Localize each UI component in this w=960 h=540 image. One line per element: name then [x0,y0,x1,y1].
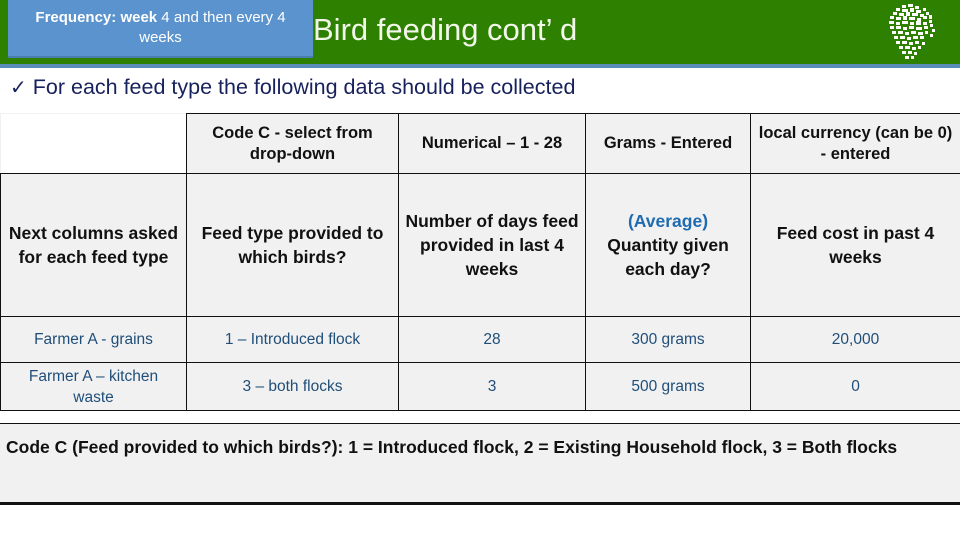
cell-next-columns-label: Next columns asked for each feed type [0,173,187,317]
average-annotation: (Average) [627,211,709,231]
feed-data-table: Code C - select from drop-down Numerical… [0,113,960,411]
frequency-badge-regular: 4 and then every 4 weeks [139,9,286,46]
code-c-legend: Code C (Feed provided to which birds?): … [0,423,960,505]
cell-row1-feedtype: 3 – both flocks [186,362,399,411]
cell-type-code-c: Code C - select from drop-down [186,113,399,174]
subtitle-line: ✓ For each feed type the following data s… [10,70,950,104]
cell-row0-cost: 20,000 [750,316,960,363]
frequency-badge: Frequency: week 4 and then every 4 weeks [8,0,313,58]
cell-type-grams: Grams - Entered [585,113,751,174]
check-icon: ✓ [10,77,27,99]
cell-q-days: Number of days feed provided in last 4 w… [398,173,586,317]
header-underline [0,64,960,68]
cell-row1-quantity: 500 grams [585,362,751,411]
cell-row0-label: Farmer A - grains [0,316,187,363]
cell-type-numerical: Numerical – 1 - 28 [398,113,586,174]
cell-row0-feedtype: 1 – Introduced flock [186,316,399,363]
subtitle-text: For each feed type the following data sh… [32,75,576,99]
cell-row1-label: Farmer A – kitchen waste [0,362,187,411]
cell-row1-days: 3 [398,362,586,411]
cell-type-blank [0,113,187,174]
cell-row1-cost: 0 [750,362,960,411]
page-title: Bird feeding cont’ d [313,12,578,47]
africa-map-logo [866,2,950,62]
cell-q-quantity-text: Quantity given each day? [607,235,729,279]
table-row-types: Code C - select from drop-down Numerical… [0,113,960,174]
slide-header-bar: Bird feeding cont’ d Frequency: week 4 a… [0,0,960,64]
cell-row0-days: 28 [398,316,586,363]
cell-q-cost: Feed cost in past 4 weeks [750,173,960,317]
table-row: Farmer A – kitchen waste 3 – both flocks… [0,362,960,411]
cell-q-quantity: (Average) Quantity given each day? [585,173,751,317]
cell-type-currency: local currency (can be 0) - entered [750,113,960,174]
frequency-badge-bold: Frequency: week [35,9,158,26]
cell-q-feed-type: Feed type provided to which birds? [186,173,399,317]
table-row: Farmer A - grains 1 – Introduced flock 2… [0,316,960,363]
table-row-questions: Next columns asked for each feed type Fe… [0,173,960,317]
cell-row0-quantity: 300 grams [585,316,751,363]
